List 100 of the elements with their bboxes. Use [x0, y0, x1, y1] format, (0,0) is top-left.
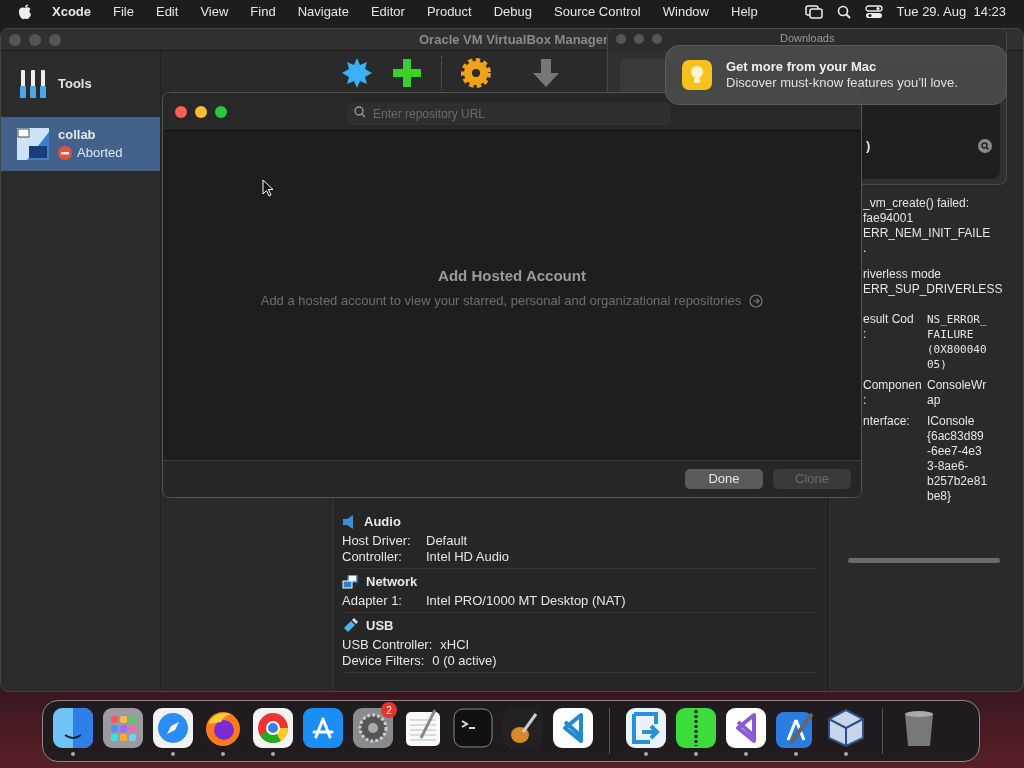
code-editor-icon[interactable] [553, 708, 593, 748]
gear-icon[interactable] [353, 708, 393, 748]
cube-icon[interactable] [826, 708, 866, 748]
error-value: {6ac83d89 [927, 429, 984, 444]
menu-item[interactable]: Window [662, 2, 709, 22]
visual-studio-icon[interactable] [726, 708, 766, 748]
running-indicator [844, 752, 848, 756]
detail-value: Default [426, 533, 468, 549]
window-title: Oracle VM VirtualBox Manager [419, 30, 609, 49]
section-title: USB [366, 617, 394, 636]
detail-value: xHCI [440, 637, 470, 653]
error-label: nterface: [863, 414, 910, 429]
running-indicator [744, 752, 748, 756]
running-indicator [171, 752, 175, 756]
section-title: Audio [364, 513, 401, 532]
error-value: IConsole [927, 414, 975, 429]
menu-item[interactable]: View [200, 2, 229, 22]
menu-item[interactable]: Source Control [554, 2, 641, 22]
menu-item[interactable]: Find [250, 2, 276, 22]
windows-icon[interactable] [804, 5, 823, 19]
detail-label: USB Controller: [342, 637, 434, 653]
running-indicator [794, 752, 798, 756]
close-button[interactable] [175, 105, 187, 118]
clock[interactable]: Tue 29. Aug 14:23 [896, 2, 1006, 22]
detail-label: Controller: [342, 549, 403, 565]
error-value: b257b2e81 [927, 474, 988, 489]
error-text: _vm_create() failed: [863, 196, 970, 211]
running-indicator [694, 752, 698, 756]
notification-title: Get more from your Mac [726, 59, 878, 75]
detail-label: Device Filters: [342, 653, 426, 669]
menu-item[interactable]: Debug [493, 2, 533, 22]
notification-badge: 2 [381, 702, 397, 718]
detail-value: 0 (0 active) [432, 653, 497, 669]
menu-item[interactable]: File [113, 2, 134, 22]
empty-state-heading: Add Hosted Account [438, 265, 586, 286]
search-icon[interactable] [836, 5, 851, 19]
vm-list-item[interactable]: collab Aborted [1, 117, 160, 171]
dialog-button[interactable]: Done [685, 469, 763, 489]
guitar-icon[interactable] [503, 708, 543, 748]
detail-value: Intel HD Audio [426, 549, 510, 565]
menu-item[interactable]: Edit [155, 2, 179, 22]
network-icon [342, 575, 358, 589]
app-store-icon[interactable] [303, 708, 343, 748]
error-label: Componen [863, 378, 922, 393]
error-text: fae94001 [863, 211, 914, 226]
detail-label: Host Driver: [342, 533, 412, 549]
menu-item[interactable]: Editor [370, 2, 405, 22]
app-menu[interactable]: Xcode [52, 2, 91, 22]
error-text: riverless mode [863, 267, 942, 282]
error-value: NS_ERROR_ [927, 312, 987, 327]
error-value: ConsoleWr [927, 378, 987, 393]
menu-item[interactable]: Product [426, 2, 472, 22]
detail-label: Adapter 1: [342, 593, 403, 609]
lightbulb-icon [682, 60, 712, 90]
error-text: . [863, 241, 867, 256]
starburst-icon[interactable] [341, 57, 373, 89]
stop-icon [58, 146, 72, 160]
speaker-icon [342, 515, 356, 529]
down-arrow-icon[interactable] [530, 57, 562, 89]
usb-stick-icon [342, 618, 358, 634]
section-title: Network [366, 573, 418, 592]
error-value: FAILURE [927, 327, 974, 342]
compass-icon[interactable] [153, 708, 193, 748]
grid-icon[interactable] [103, 708, 143, 748]
arrow-circle-icon[interactable] [749, 293, 764, 308]
detail-value: Intel PRO/1000 MT Desktop (NAT) [426, 593, 626, 609]
notification-body: Discover must-know features you’ll love. [726, 75, 958, 91]
running-indicator [221, 752, 225, 756]
toggles-icon[interactable] [864, 5, 883, 19]
minimize-button[interactable] [195, 105, 207, 118]
zoom-button[interactable] [215, 105, 227, 118]
error-value: (0X800040 [927, 342, 987, 357]
notification[interactable]: Get more from your Mac Discover must-know features you’ll love. [665, 45, 1007, 105]
search-icon [354, 106, 366, 118]
notepad-icon[interactable] [403, 708, 443, 748]
error-label: esult Cod [863, 312, 914, 327]
error-text: ERR_NEM_INIT_FAILE [863, 226, 991, 241]
menu-item[interactable]: Help [731, 2, 758, 22]
search-field[interactable]: Enter repository URL [347, 103, 671, 125]
error-value: -6ee7-4e3 [927, 444, 982, 459]
empty-state-message: Add a hosted account to view your starred, personal and organizational repositories [260, 292, 742, 310]
tools-label[interactable]: Tools [58, 74, 92, 94]
vm-name: collab [58, 126, 97, 144]
window-title: Downloads [780, 32, 835, 44]
error-value: be8} [927, 489, 952, 504]
error-value: 05) [927, 357, 947, 372]
cursor-icon [262, 179, 274, 197]
windows-os-icon [17, 128, 49, 160]
plus-icon[interactable] [391, 57, 423, 89]
terminal-icon[interactable] [453, 708, 493, 748]
zip-icon[interactable] [676, 708, 716, 748]
apple-icon[interactable] [18, 4, 32, 20]
error-label: : [863, 327, 867, 342]
gear-icon[interactable] [460, 57, 492, 89]
tools-icon[interactable] [18, 68, 48, 100]
running-indicator [644, 752, 648, 756]
face-icon[interactable] [53, 708, 93, 748]
menu-item[interactable]: Navigate [297, 2, 349, 22]
chrome-icon[interactable] [253, 708, 293, 748]
scrollbar[interactable] [848, 558, 1000, 563]
